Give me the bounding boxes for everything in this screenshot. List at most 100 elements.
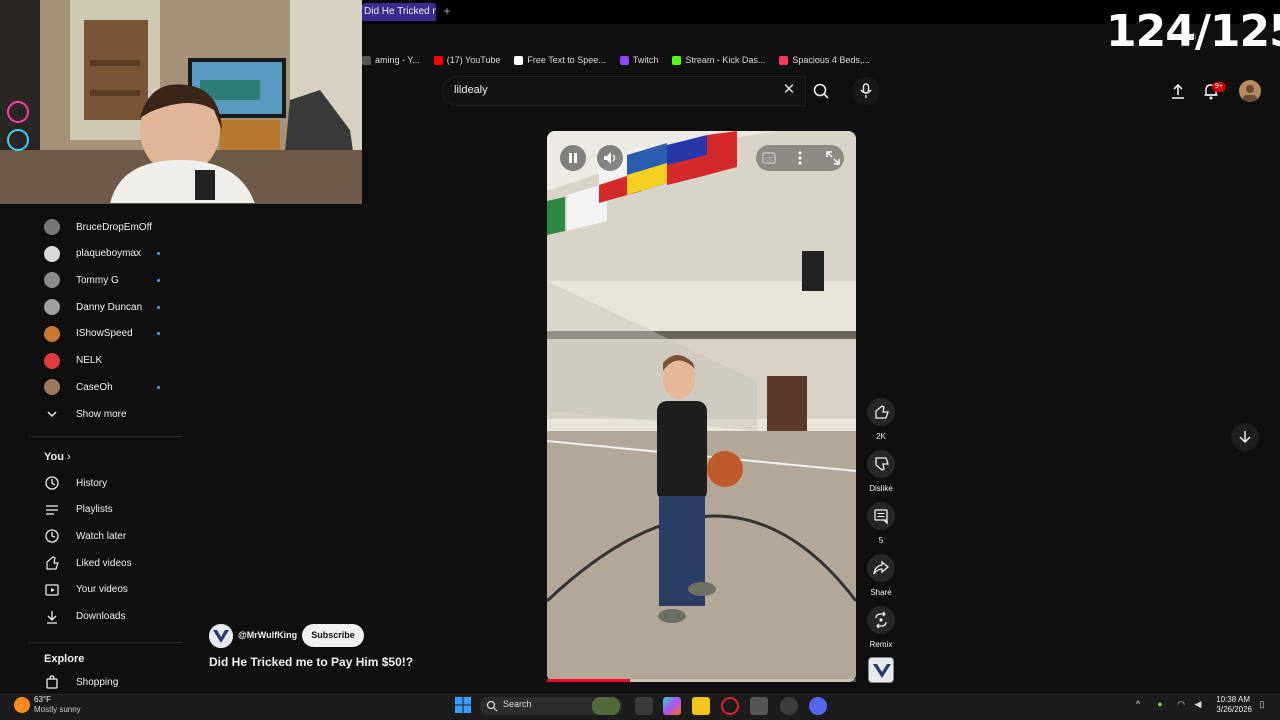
sidebar-item-watch-later[interactable]: Watch later bbox=[28, 523, 188, 549]
upload-icon bbox=[1172, 83, 1184, 99]
copilot-icon[interactable] bbox=[663, 697, 681, 715]
sidebar-heading-label: You bbox=[44, 451, 64, 463]
channel-handle[interactable]: @MrWulfKing bbox=[238, 630, 297, 640]
sun-icon[interactable] bbox=[14, 697, 30, 713]
sidebar-you-heading[interactable]: You › bbox=[44, 451, 71, 463]
like-button[interactable] bbox=[867, 398, 895, 426]
short-title[interactable]: Did He Tricked me to Pay Him $50!? bbox=[209, 655, 413, 669]
share-button[interactable] bbox=[867, 554, 895, 582]
bookmark-item[interactable]: Twitch bbox=[619, 55, 658, 65]
upload-button[interactable] bbox=[1168, 81, 1188, 101]
comments-button[interactable] bbox=[867, 502, 895, 530]
volume-tray-icon[interactable]: ◀ bbox=[1192, 698, 1204, 710]
bookmark-favicon-icon bbox=[514, 55, 524, 65]
microsoft-store-icon[interactable] bbox=[750, 697, 768, 715]
sidebar-item-label: Shopping bbox=[76, 676, 119, 688]
sidebar-item-label: History bbox=[76, 477, 108, 489]
bookmark-label: aming - Y... bbox=[375, 55, 420, 65]
comment-icon bbox=[874, 509, 888, 525]
bookmark-favicon-icon bbox=[672, 55, 682, 65]
sidebar-item-your-videos[interactable]: Your videos bbox=[28, 577, 188, 603]
sidebar-subscription-item[interactable]: NELK bbox=[28, 348, 188, 374]
fullscreen-button[interactable] bbox=[823, 148, 843, 168]
liked-icon bbox=[44, 555, 60, 571]
sidebar-explore-heading: Explore bbox=[44, 653, 85, 665]
sidebar-subscription-item[interactable]: Danny Duncan bbox=[28, 294, 188, 320]
sidebar-item-downloads[interactable]: Downloads bbox=[28, 604, 188, 630]
sidebar-show-more[interactable]: Show more bbox=[28, 401, 188, 427]
search-query[interactable]: lildealy bbox=[454, 84, 488, 96]
channel-logo-thumbnail[interactable] bbox=[868, 657, 894, 683]
bookmark-favicon-icon bbox=[433, 55, 443, 65]
pause-button[interactable] bbox=[560, 145, 586, 171]
browser-tab-active[interactable]: Did He Tricked me bbox=[362, 3, 436, 21]
dislike-button[interactable] bbox=[867, 450, 895, 478]
share-icon bbox=[873, 560, 890, 575]
channel-avatar bbox=[44, 352, 60, 369]
remix-button[interactable] bbox=[867, 606, 895, 634]
more-options-button[interactable] bbox=[790, 148, 810, 168]
sidebar-item-history[interactable]: History bbox=[28, 470, 188, 496]
opera-gx-icon[interactable] bbox=[721, 697, 739, 715]
bookmark-item[interactable]: Stream - Kick Das... bbox=[672, 55, 765, 65]
search-input[interactable] bbox=[442, 76, 806, 106]
chevron-right-icon: › bbox=[63, 451, 71, 463]
file-explorer-icon[interactable] bbox=[692, 697, 710, 715]
sidebar-subscription-item[interactable]: Tommy G bbox=[28, 267, 188, 293]
clear-search-icon[interactable]: ✕ bbox=[780, 81, 798, 99]
bookmark-favicon-icon bbox=[619, 55, 629, 65]
short-video-player[interactable]: CC bbox=[547, 131, 856, 682]
bookmark-label: Free Text to Spee... bbox=[527, 55, 606, 65]
bookmark-item[interactable]: Spacious 4 Beds,... bbox=[779, 55, 870, 65]
bookmark-item[interactable]: (17) YouTube bbox=[433, 55, 500, 65]
wifi-icon[interactable]: ◠ bbox=[1175, 698, 1187, 710]
sidebar-subscription-item[interactable]: CaseOh bbox=[28, 374, 188, 400]
chevron-down-icon bbox=[44, 406, 60, 422]
microphone-tray-icon[interactable]: ● bbox=[1154, 698, 1166, 710]
volume-button[interactable] bbox=[597, 145, 623, 171]
taskbar-date[interactable]: 3/26/2026 bbox=[1206, 705, 1252, 714]
channel-avatar[interactable] bbox=[209, 624, 233, 648]
bookmark-item[interactable]: aming - Y... bbox=[362, 55, 420, 65]
captions-icon: CC bbox=[762, 152, 776, 164]
thumbs-up-icon bbox=[875, 405, 889, 419]
sidebar-item-liked-videos[interactable]: Liked videos bbox=[28, 550, 188, 576]
voice-search-button[interactable] bbox=[852, 77, 880, 105]
captions-button[interactable]: CC bbox=[757, 148, 781, 168]
like-count: 2K bbox=[876, 432, 886, 441]
search-icon bbox=[813, 83, 829, 99]
new-content-dot bbox=[157, 305, 160, 309]
subscribe-button[interactable]: Subscribe bbox=[302, 624, 364, 647]
account-avatar[interactable] bbox=[1239, 80, 1261, 102]
history-icon bbox=[44, 475, 60, 491]
sidebar-subscription-item[interactable]: BruceDropEmOff bbox=[28, 214, 188, 240]
notification-count-badge: 9+ bbox=[1212, 82, 1226, 92]
next-short-button[interactable] bbox=[1231, 423, 1259, 451]
sidebar-divider bbox=[28, 642, 182, 643]
bookmark-favicon-icon bbox=[779, 55, 789, 65]
taskbar-time[interactable]: 10:38 AM bbox=[1212, 695, 1250, 704]
channel-avatar bbox=[44, 272, 60, 289]
new-tab-button[interactable]: + bbox=[440, 4, 454, 20]
sidebar-item-playlists[interactable]: Playlists bbox=[28, 497, 188, 523]
start-button[interactable] bbox=[455, 697, 471, 713]
sidebar-item-label: CaseOh bbox=[76, 381, 113, 393]
sidebar-subscription-item[interactable]: plaqueboymax bbox=[28, 241, 188, 267]
share-label: Share bbox=[870, 588, 892, 597]
search-button[interactable] bbox=[806, 76, 836, 106]
notification-center-icon[interactable]: ▯ bbox=[1256, 698, 1268, 710]
sidebar-subscription-item[interactable]: IShowSpeed bbox=[28, 321, 188, 347]
new-content-dot bbox=[157, 332, 160, 336]
tray-overflow-icon[interactable]: ^ bbox=[1132, 698, 1144, 710]
search-icon bbox=[486, 699, 498, 712]
sidebar-item-label: Tommy G bbox=[76, 274, 119, 286]
settings-gear-icon[interactable] bbox=[780, 697, 798, 715]
channel-avatar bbox=[44, 379, 60, 396]
bookmark-label: Spacious 4 Beds,... bbox=[792, 55, 870, 65]
channel-avatar bbox=[44, 245, 60, 262]
dislike-label: Dislike bbox=[869, 484, 893, 493]
discord-icon[interactable] bbox=[809, 697, 827, 715]
sidebar-item-shopping[interactable]: Shopping bbox=[28, 669, 188, 695]
bookmark-item[interactable]: Free Text to Spee... bbox=[514, 55, 606, 65]
task-view-icon[interactable] bbox=[635, 697, 653, 715]
